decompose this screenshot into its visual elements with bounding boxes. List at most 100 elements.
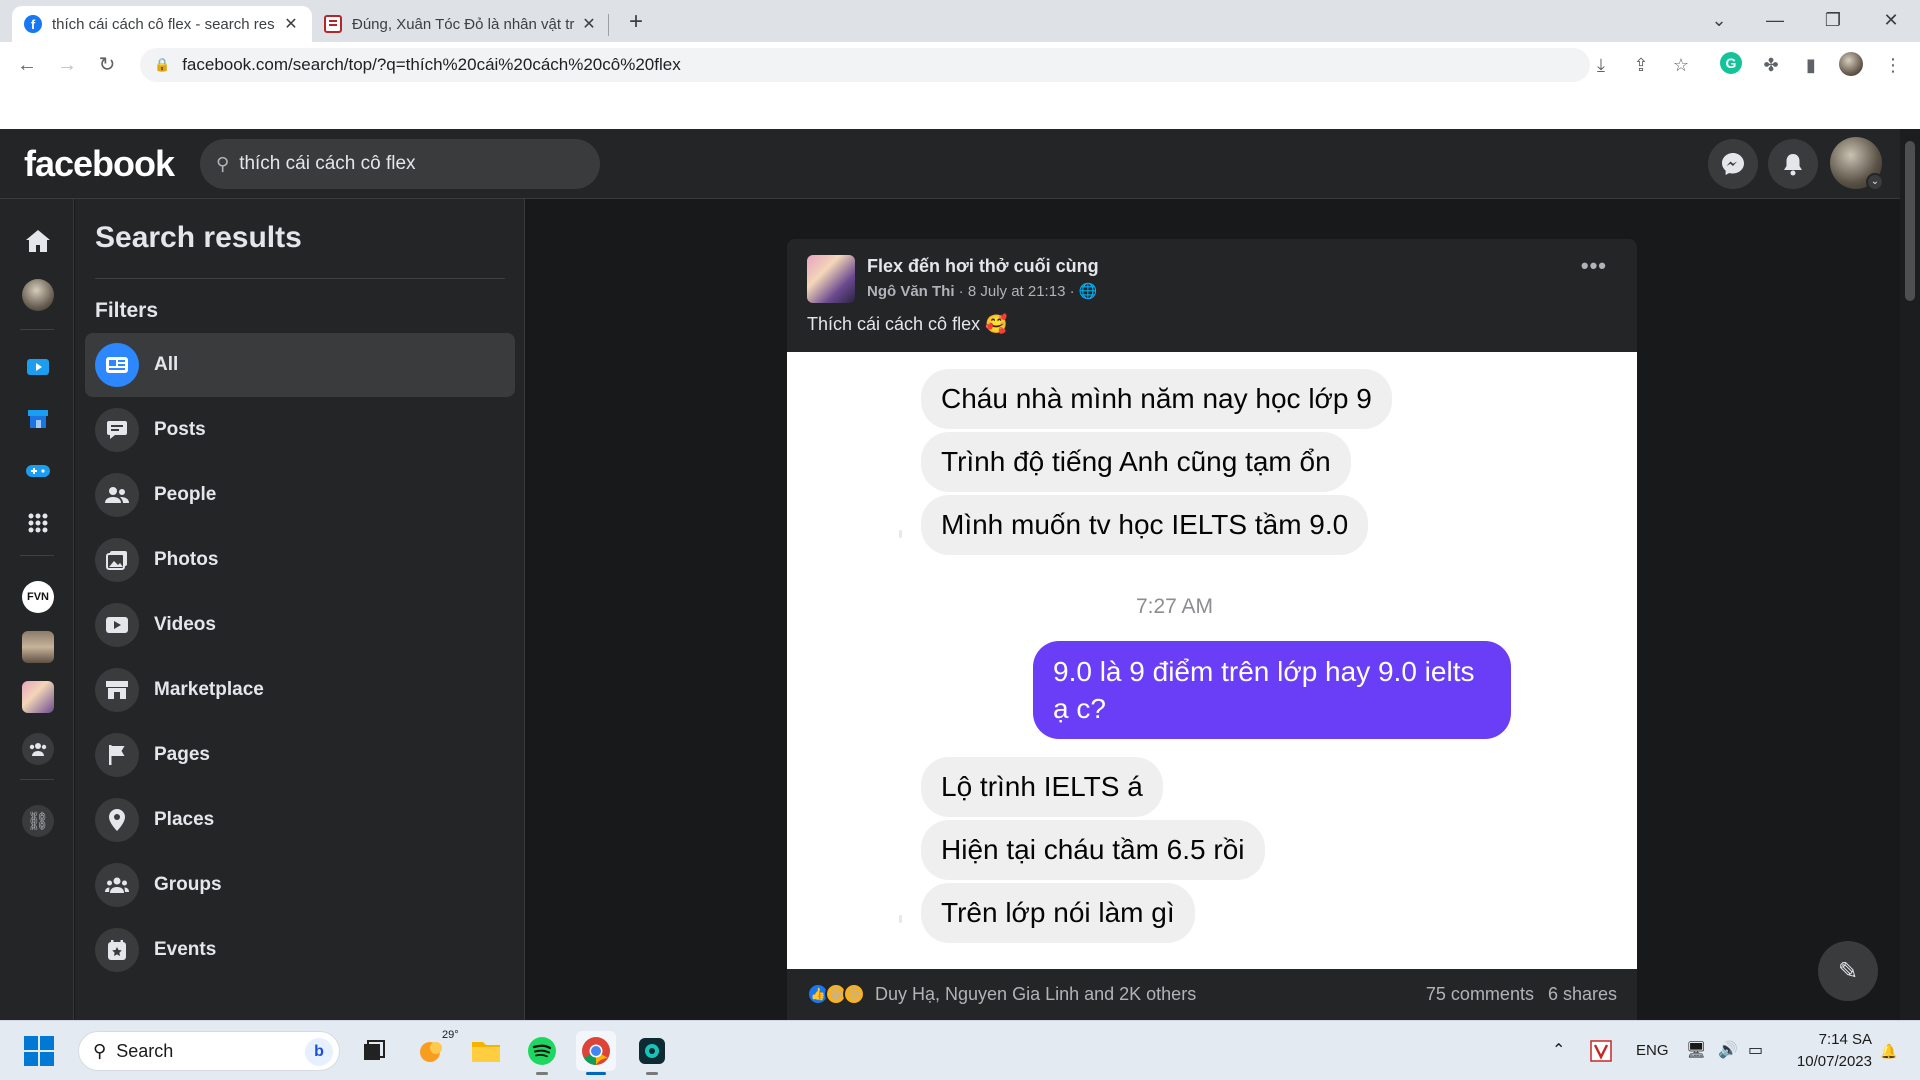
filter-marketplace[interactable]: Marketplace: [85, 658, 515, 722]
grammarly-extension-icon[interactable]: G: [1718, 52, 1744, 78]
page-scrollbar[interactable]: [1900, 129, 1920, 1020]
filter-all[interactable]: All: [85, 333, 515, 397]
gaming-controller-icon[interactable]: [22, 455, 54, 487]
group-shortcut-avatar[interactable]: [22, 681, 54, 713]
search-icon: ⚲: [93, 1040, 107, 1061]
home-icon[interactable]: [22, 225, 54, 257]
side-panel-icon[interactable]: ▮: [1798, 52, 1824, 78]
newsfeed-icon: [95, 343, 139, 387]
extensions-puzzle-icon[interactable]: ✤: [1758, 52, 1784, 78]
network-icon[interactable]: 🖥: [1686, 1021, 1706, 1080]
close-tab-icon[interactable]: ✕: [282, 14, 300, 34]
filter-videos[interactable]: Videos: [85, 593, 515, 657]
svg-text:f: f: [31, 17, 36, 32]
filter-photos[interactable]: Photos: [85, 528, 515, 592]
reaction-icons[interactable]: 👍 😆 😢: [807, 983, 865, 1005]
chat-bubble-incoming: Hiện tại cháu tầm 6.5 rồi: [921, 820, 1265, 880]
filter-places[interactable]: Places: [85, 788, 515, 852]
comments-count[interactable]: 75 comments: [1426, 984, 1534, 1005]
marketplace-store-icon[interactable]: [22, 403, 54, 435]
filter-posts[interactable]: Posts: [85, 398, 515, 462]
forward-button[interactable]: →: [52, 50, 82, 80]
restore-button[interactable]: ❐: [1810, 0, 1856, 42]
filter-pages[interactable]: Pages: [85, 723, 515, 787]
terminal-app-icon[interactable]: [632, 1031, 672, 1075]
tab-article[interactable]: Đúng, Xuân Tóc Đỏ là nhân vật tr ✕: [312, 6, 610, 42]
watch-video-icon[interactable]: [22, 351, 54, 383]
facebook-logo[interactable]: facebook: [24, 143, 175, 185]
sad-reaction-icon: 😢: [843, 983, 865, 1005]
rail-divider: [20, 555, 54, 556]
new-tab-button[interactable]: +: [622, 8, 650, 36]
back-button[interactable]: ←: [12, 50, 42, 80]
tab-facebook-search[interactable]: f thích cái cách cô flex - search res ✕: [12, 6, 312, 42]
search-value: thích cái cách cô flex: [239, 153, 416, 174]
fvn-group-avatar[interactable]: FVN: [22, 581, 54, 613]
profile-avatar-icon[interactable]: [1838, 52, 1864, 78]
tab-search-chevron-icon[interactable]: ⌄: [1696, 0, 1742, 42]
reactors-text[interactable]: Duy Hạ, Nguyen Gia Linh and 2K others: [875, 984, 1412, 1005]
minimize-button[interactable]: —: [1752, 0, 1798, 42]
filter-people[interactable]: People: [85, 463, 515, 527]
reactions-bar: 👍 😆 😢 Duy Hạ, Nguyen Gia Linh and 2K oth…: [787, 969, 1637, 1019]
share-icon[interactable]: ⇪: [1628, 52, 1654, 78]
taskbar-search-placeholder: Search: [116, 1040, 174, 1061]
facebook-search-input[interactable]: ⚲ thích cái cách cô flex: [200, 139, 600, 189]
panel-title: Search results: [95, 221, 302, 254]
post-image-chat-screenshot[interactable]: Cháu nhà mình năm nay học lớp 9 Trình độ…: [787, 352, 1637, 969]
filter-events[interactable]: Events: [85, 918, 515, 982]
taskbar-search-box[interactable]: ⚲ Search b: [78, 1031, 340, 1071]
bell-icon: [1784, 154, 1802, 176]
lock-icon: 🔒: [154, 57, 171, 72]
profile-shortcut-avatar[interactable]: [22, 279, 54, 311]
group-shortcut-avatar[interactable]: [22, 631, 54, 663]
link-icon[interactable]: ⛓: [22, 805, 54, 837]
left-shortcut-rail: FVN ⛓: [0, 199, 74, 1020]
account-avatar[interactable]: ⌄: [1830, 137, 1884, 191]
notifications-button[interactable]: [1768, 139, 1818, 189]
compose-edit-icon: ✎: [1837, 957, 1859, 985]
meta-separator: ·: [958, 283, 968, 300]
input-language[interactable]: ENG: [1636, 1021, 1669, 1080]
rail-divider: [20, 329, 54, 330]
file-explorer-icon[interactable]: [466, 1031, 506, 1071]
chat-bubble-incoming: Cháu nhà mình năm nay học lớp 9: [921, 369, 1392, 429]
address-bar[interactable]: 🔒 facebook.com/search/top/?q=thích%20cái…: [140, 48, 1590, 82]
events-icon: [95, 928, 139, 972]
group-avatar[interactable]: [807, 255, 855, 303]
task-view-icon[interactable]: [354, 1031, 394, 1071]
bing-icon[interactable]: b: [305, 1038, 333, 1066]
posts-icon: [95, 408, 139, 452]
page-top-gap: [0, 88, 1920, 129]
system-clock[interactable]: 7:14 SA 10/07/2023: [1797, 1029, 1872, 1073]
group-name-link[interactable]: Flex đến hơi thở cuối cùng: [867, 256, 1099, 277]
post-date-link[interactable]: 8 July at 21:13: [968, 283, 1066, 300]
spotify-icon[interactable]: [522, 1031, 562, 1075]
close-window-button[interactable]: ✕: [1868, 0, 1914, 42]
messenger-button[interactable]: [1708, 139, 1758, 189]
install-app-icon[interactable]: ⤓: [1588, 52, 1614, 78]
bookmark-star-icon[interactable]: ☆: [1668, 52, 1694, 78]
facebook-icon: f: [24, 15, 42, 33]
weather-temperature: 29°: [442, 1029, 459, 1041]
battery-icon[interactable]: ▭: [1748, 1021, 1763, 1080]
rail-divider: [20, 779, 54, 780]
antivirus-tray-icon[interactable]: [1590, 1021, 1612, 1080]
close-tab-icon[interactable]: ✕: [580, 14, 598, 34]
show-hidden-icons-chevron-icon[interactable]: ⌃: [1552, 1021, 1565, 1080]
volume-icon[interactable]: 🔊: [1718, 1021, 1738, 1080]
scrollbar-thumb[interactable]: [1905, 141, 1915, 301]
shares-count[interactable]: 6 shares: [1548, 984, 1617, 1005]
app-grid-icon[interactable]: [22, 507, 54, 539]
author-link[interactable]: Ngô Văn Thi: [867, 283, 955, 300]
search-icon: ⚲: [216, 153, 230, 174]
notification-bell-icon[interactable]: 🔔: [1880, 1021, 1897, 1080]
reload-button[interactable]: ↻: [92, 50, 122, 80]
new-message-button[interactable]: ✎: [1818, 941, 1878, 1001]
groups-icon[interactable]: [22, 733, 54, 765]
windows-start-icon[interactable]: [24, 1036, 54, 1066]
chrome-menu-icon[interactable]: ⋮: [1880, 52, 1906, 78]
chrome-icon[interactable]: [576, 1031, 616, 1075]
filter-groups[interactable]: Groups: [85, 853, 515, 917]
more-options-icon[interactable]: •••: [1581, 253, 1607, 279]
